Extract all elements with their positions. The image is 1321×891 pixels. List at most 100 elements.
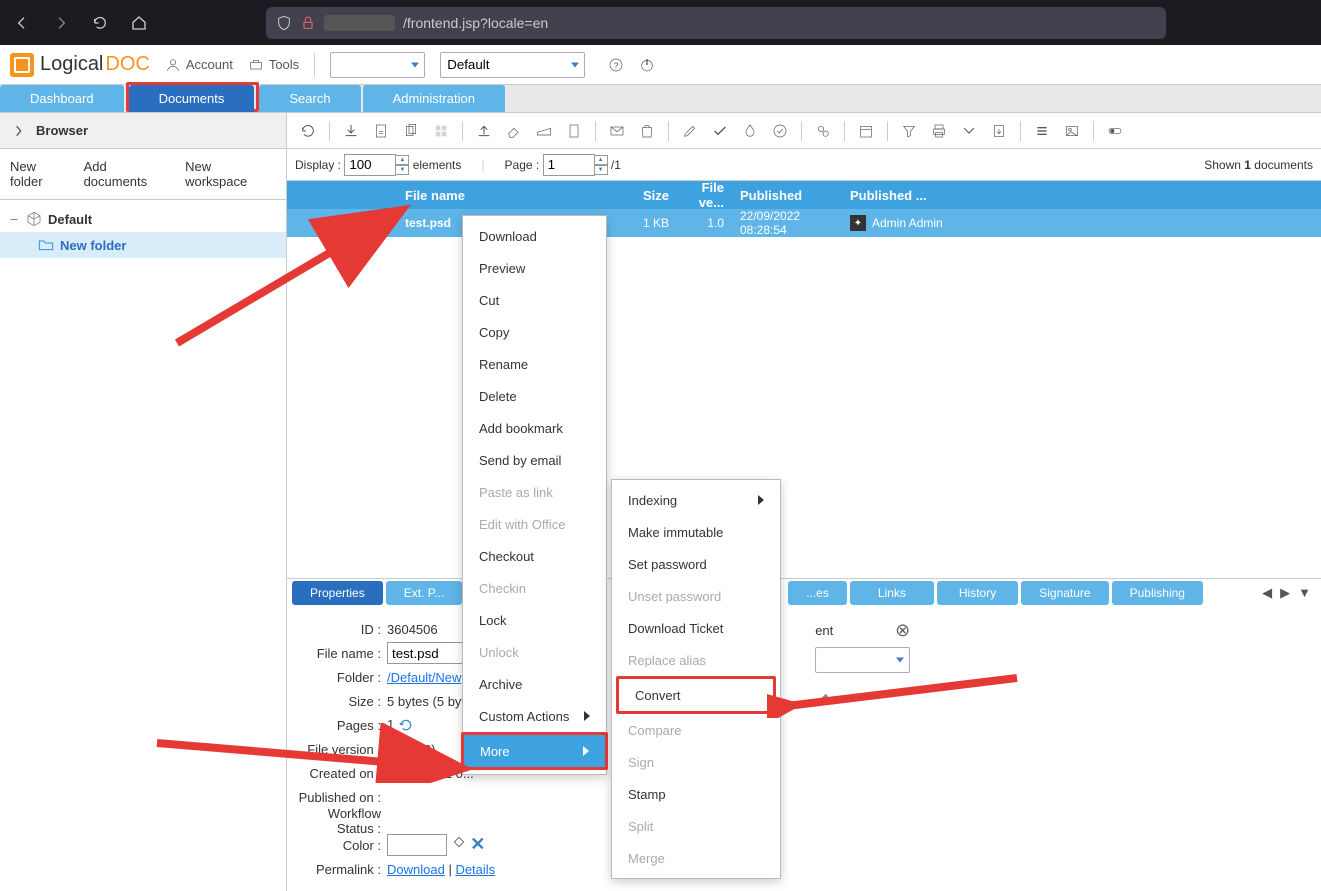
page-icon[interactable]: [561, 118, 587, 144]
windows-icon[interactable]: [428, 118, 454, 144]
lock-icon: [300, 15, 316, 31]
bucket-icon[interactable]: [451, 834, 467, 850]
col-published[interactable]: Published: [732, 188, 842, 203]
url-bar[interactable]: xxx /frontend.jsp?locale=en: [266, 7, 1166, 39]
new-workspace-link[interactable]: New workspace: [185, 159, 276, 189]
tab-administration[interactable]: Administration: [363, 85, 505, 112]
header-select-1[interactable]: [330, 52, 425, 78]
copy-icon[interactable]: [398, 118, 424, 144]
type-select[interactable]: [815, 647, 910, 673]
approve-icon[interactable]: [767, 118, 793, 144]
tree-new-folder[interactable]: New folder: [0, 232, 286, 258]
mail-icon[interactable]: [604, 118, 630, 144]
gears-icon[interactable]: [810, 118, 836, 144]
col-filename[interactable]: File name: [397, 188, 627, 203]
page-input[interactable]: [543, 154, 595, 176]
calendar-icon[interactable]: [853, 118, 879, 144]
refresh-pages-icon[interactable]: [398, 717, 414, 733]
ctx-custom[interactable]: Custom Actions: [463, 700, 606, 732]
ctx-copy[interactable]: Copy: [463, 316, 606, 348]
new-folder-link[interactable]: New folder: [10, 159, 72, 189]
power-button[interactable]: [639, 57, 655, 73]
prop-folder-link[interactable]: /Default/New: [387, 670, 461, 685]
tab-notes[interactable]: ...es: [788, 581, 847, 605]
next-icon[interactable]: ▶: [1280, 585, 1290, 601]
list-icon[interactable]: [1029, 118, 1055, 144]
reload-button[interactable]: [88, 11, 112, 35]
ctx-archive[interactable]: Archive: [463, 668, 606, 700]
tree-root-default[interactable]: − Default: [0, 206, 286, 232]
tab-links[interactable]: Links: [850, 581, 934, 605]
prop-color-input[interactable]: [387, 834, 447, 856]
droplet-icon[interactable]: [737, 118, 763, 144]
ctx-rename[interactable]: Rename: [463, 348, 606, 380]
print-icon[interactable]: [926, 118, 952, 144]
tab-dashboard[interactable]: Dashboard: [0, 85, 124, 112]
refresh-icon[interactable]: [295, 118, 321, 144]
check-icon[interactable]: [707, 118, 733, 144]
home-button[interactable]: [127, 11, 151, 35]
dropdown-icon[interactable]: ▼: [1298, 585, 1311, 601]
chevron-down-icon[interactable]: [956, 118, 982, 144]
ctx-checkout[interactable]: Checkout: [463, 540, 606, 572]
ctx-checkin: Checkin: [463, 572, 606, 604]
pencil-icon[interactable]: [815, 691, 831, 707]
filter-icon[interactable]: [896, 118, 922, 144]
tab-search[interactable]: Search: [259, 85, 360, 112]
forward-button[interactable]: [49, 11, 73, 35]
clear-color-icon[interactable]: ✕: [470, 834, 485, 854]
ctx-convert[interactable]: Convert: [619, 679, 773, 711]
col-publishedby[interactable]: Published ...: [842, 188, 972, 203]
grid-row[interactable]: test.psd 1 KB 1.0 22/09/2022 08:28:54 ✦A…: [287, 209, 1321, 237]
permalink-download[interactable]: Download: [387, 862, 445, 877]
spin-down[interactable]: ▼: [395, 165, 409, 175]
tab-properties[interactable]: Properties: [292, 581, 383, 605]
trash-icon[interactable]: [634, 118, 660, 144]
col-version[interactable]: File ve...: [677, 180, 732, 210]
prop-filename-input[interactable]: [387, 642, 467, 664]
ctx-ticket[interactable]: Download Ticket: [612, 612, 780, 644]
prev-icon[interactable]: ◀: [1262, 585, 1272, 601]
ctx-unlock: Unlock: [463, 636, 606, 668]
ctx-stamp[interactable]: Stamp: [612, 778, 780, 810]
account-link[interactable]: Account: [165, 57, 233, 73]
ctx-indexing[interactable]: Indexing: [612, 484, 780, 516]
download-icon[interactable]: [338, 118, 364, 144]
ctx-more[interactable]: More: [464, 735, 605, 767]
ctx-delete[interactable]: Delete: [463, 380, 606, 412]
close-icon[interactable]: ⊗: [895, 620, 910, 641]
ctx-cut[interactable]: Cut: [463, 284, 606, 316]
collapse-icon[interactable]: [12, 123, 28, 139]
toggle-icon[interactable]: [1102, 118, 1128, 144]
tab-history[interactable]: History: [937, 581, 1018, 605]
upload-icon[interactable]: [471, 118, 497, 144]
image-icon[interactable]: [1059, 118, 1085, 144]
spin-up[interactable]: ▲: [395, 155, 409, 165]
header-select-2[interactable]: Default: [440, 52, 585, 78]
scanner-icon[interactable]: [531, 118, 557, 144]
eraser-icon[interactable]: [501, 118, 527, 144]
sidebar-actions: New folder Add documents New workspace: [0, 149, 286, 200]
add-documents-link[interactable]: Add documents: [84, 159, 174, 189]
ctx-email[interactable]: Send by email: [463, 444, 606, 476]
col-size[interactable]: Size: [627, 188, 677, 203]
tab-signature[interactable]: Signature: [1021, 581, 1108, 605]
tools-link[interactable]: Tools: [248, 57, 299, 73]
ctx-immutable[interactable]: Make immutable: [612, 516, 780, 548]
permalink-details[interactable]: Details: [455, 862, 495, 877]
ctx-lock[interactable]: Lock: [463, 604, 606, 636]
display-count-input[interactable]: [344, 154, 396, 176]
export-icon[interactable]: [986, 118, 1012, 144]
ctx-download[interactable]: Download: [463, 220, 606, 252]
ctx-setpw[interactable]: Set password: [612, 548, 780, 580]
tab-publishing[interactable]: Publishing: [1112, 581, 1203, 605]
detail-tabs: Properties Ext. P... ...es Links History…: [287, 579, 1321, 607]
pdf-icon[interactable]: [368, 118, 394, 144]
back-button[interactable]: [10, 11, 34, 35]
help-button[interactable]: ?: [608, 57, 624, 73]
ctx-bookmark[interactable]: Add bookmark: [463, 412, 606, 444]
tab-ext[interactable]: Ext. P...: [386, 581, 462, 605]
tab-documents[interactable]: Documents: [129, 85, 255, 112]
ctx-preview[interactable]: Preview: [463, 252, 606, 284]
edit-icon[interactable]: [677, 118, 703, 144]
